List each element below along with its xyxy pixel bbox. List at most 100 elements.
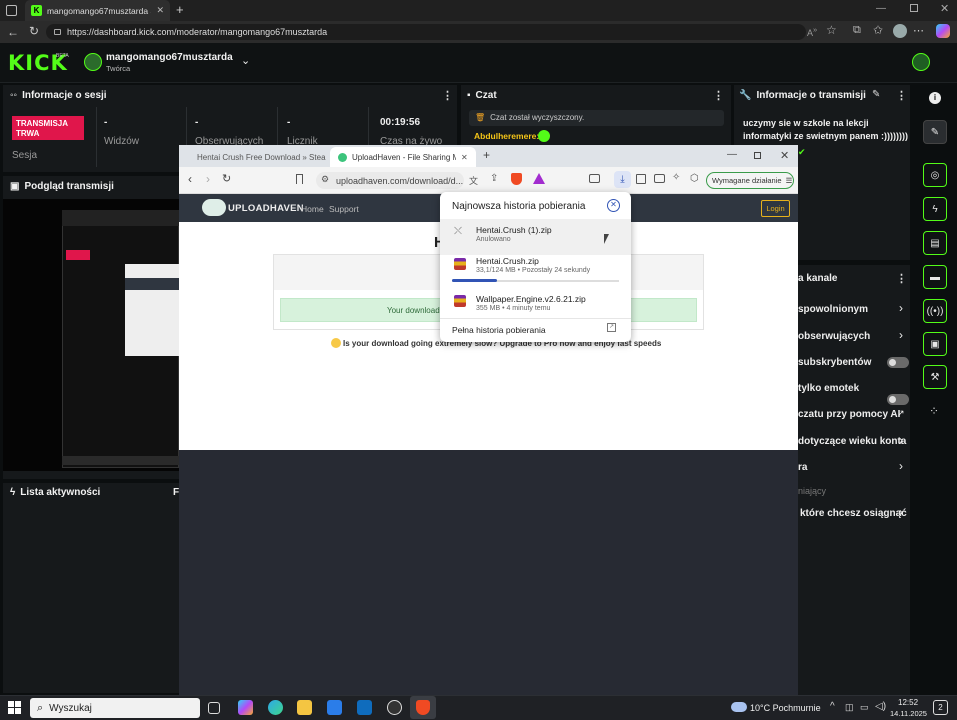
stream-info-menu-icon[interactable]: ⋮ — [896, 89, 907, 102]
share-icon[interactable]: ⇪ — [490, 173, 498, 184]
more-menu-icon[interactable]: ⋯ — [913, 24, 924, 37]
close-tab-icon[interactable]: ✕ — [461, 153, 468, 162]
display-icon[interactable]: ▭ — [860, 702, 869, 713]
edge-taskbar-icon[interactable] — [268, 700, 283, 715]
setting-misc[interactable]: ra — [798, 462, 807, 473]
side-button-camera[interactable]: ◎ — [923, 163, 947, 187]
inner-minimize-button[interactable]: — — [727, 149, 737, 160]
weather-text[interactable]: 10°C Pochmurnie — [750, 703, 821, 713]
inner-reload-icon[interactable]: ↻ — [222, 172, 231, 185]
info-icon[interactable]: i — [929, 92, 941, 104]
session-menu-icon[interactable]: ⋮ — [442, 89, 453, 102]
open-external-icon[interactable]: ↗ — [607, 323, 616, 332]
zip-file-icon — [454, 295, 466, 307]
site-settings-icon[interactable]: ⚙ — [321, 174, 329, 185]
inner-forward-icon[interactable]: › — [206, 172, 210, 186]
inner-back-icon[interactable]: ‹ — [188, 172, 192, 186]
inner-close-button[interactable]: ✕ — [780, 149, 789, 162]
volume-icon[interactable]: ◁) — [875, 701, 886, 712]
inner-tab-hentai[interactable]: Hentai Crush Free Download » Stea — [184, 147, 329, 167]
clock-time[interactable]: 12:52 — [898, 698, 918, 707]
task-view-icon[interactable] — [208, 702, 220, 714]
setting-account-age[interactable]: dotyczące wieku konta — [798, 436, 906, 447]
side-button-stack[interactable]: ▣ — [923, 332, 947, 356]
edit-pencil-icon[interactable]: ✎ — [872, 89, 880, 100]
action-required-button[interactable]: Wymagane działanie ☰ — [706, 172, 794, 189]
copilot-taskbar-icon[interactable] — [238, 700, 253, 715]
minimize-button[interactable]: — — [876, 3, 886, 14]
new-tab-button[interactable]: + — [176, 2, 184, 17]
uploadhaven-logo[interactable]: UPLOADHAVEN — [228, 203, 304, 214]
file-explorer-icon[interactable] — [297, 700, 312, 715]
emotes-only-toggle[interactable] — [887, 394, 909, 405]
chevron-right-icon[interactable]: › — [899, 505, 903, 519]
obs-icon[interactable] — [387, 700, 402, 715]
tray-chevron-icon[interactable]: ^ — [830, 701, 835, 712]
login-button[interactable]: Login — [761, 200, 790, 217]
chevron-right-icon[interactable]: › — [899, 328, 903, 342]
profile-avatar[interactable] — [893, 24, 907, 38]
close-tab-icon[interactable]: ✕ — [156, 5, 164, 16]
read-aloud-icon[interactable]: A» — [807, 25, 817, 38]
outlook-icon[interactable] — [357, 700, 372, 715]
favorites-icon[interactable]: ✩ — [873, 23, 883, 37]
chat-username[interactable]: Abdulheremere: — [474, 131, 539, 141]
brave-rewards-icon[interactable] — [533, 173, 545, 184]
windows-start-icon[interactable] — [8, 701, 21, 714]
notification-bell-icon[interactable]: 2 — [933, 700, 948, 715]
side-button-chat[interactable]: ▬ — [923, 265, 947, 289]
subscribers-only-toggle[interactable] — [887, 357, 909, 368]
widgets-icon[interactable]: ⁘ — [929, 404, 939, 418]
channel-avatar[interactable] — [84, 53, 102, 71]
user-avatar[interactable] — [912, 53, 930, 71]
nav-home-link[interactable]: Home — [301, 204, 324, 214]
back-arrow-icon[interactable]: ← — [7, 25, 19, 39]
bookmark-icon[interactable] — [296, 174, 303, 184]
nav-support-link[interactable]: Support — [329, 204, 359, 214]
brave-taskbar-icon[interactable] — [410, 696, 436, 719]
wallet-icon[interactable] — [654, 174, 665, 183]
refresh-icon[interactable]: ↻ — [29, 24, 39, 38]
inner-address-bar[interactable]: uploadhaven.com/download/d... — [316, 172, 464, 189]
chevron-right-icon[interactable]: › — [899, 433, 903, 447]
chevron-right-icon[interactable]: › — [899, 301, 903, 315]
inner-maximize-button[interactable] — [754, 152, 761, 159]
side-button-broadcast[interactable]: ((•)) — [923, 299, 947, 323]
brave-shield-icon[interactable] — [511, 173, 522, 185]
download-icon[interactable]: ⤓ — [614, 171, 631, 188]
setting-followers-only[interactable]: obserwujących — [798, 331, 870, 342]
close-window-button[interactable]: ✕ — [940, 2, 949, 15]
favorite-star-icon[interactable]: ☆ — [826, 23, 837, 37]
clock-date[interactable]: 14.11.2025 — [890, 709, 927, 718]
window-menu-icon[interactable] — [6, 5, 17, 16]
store-icon[interactable] — [327, 700, 342, 715]
vpn-icon[interactable]: ⬡ — [690, 173, 699, 184]
edge-tab-active[interactable]: K mangomango67musztarda Strea ✕ — [25, 0, 170, 21]
external-link-icon[interactable]: ↗ — [897, 408, 905, 419]
edge-address-bar[interactable]: https://dashboard.kick.com/moderator/man… — [46, 24, 806, 40]
leo-ai-icon[interactable]: ✧ — [672, 172, 680, 183]
close-downloads-icon[interactable]: ✕ — [607, 199, 620, 212]
full-history-link[interactable]: Pełna historia pobierania — [452, 325, 546, 335]
copilot-icon[interactable] — [936, 24, 950, 38]
tab-search-icon[interactable] — [589, 174, 600, 183]
restore-button[interactable] — [910, 4, 918, 12]
side-button-doc[interactable]: ▤ — [923, 231, 947, 255]
side-button-tools[interactable]: ⚒ — [923, 365, 947, 389]
chevron-right-icon[interactable]: › — [899, 459, 903, 473]
channel-settings-menu-icon[interactable]: ⋮ — [896, 272, 907, 285]
inner-tab-uploadhaven[interactable]: UploadHaven - File Sharing Mad ✕ — [330, 147, 476, 167]
sidebar-icon[interactable] — [636, 174, 646, 184]
translate-icon[interactable]: 文 — [469, 174, 478, 187]
network-icon[interactable]: ◫ — [845, 702, 854, 713]
setting-goals[interactable]: które chcesz osiągnąć — [800, 508, 907, 519]
taskbar-search-box[interactable]: ⌕ Wyszukaj — [30, 698, 200, 718]
setting-slow-mode[interactable]: spowolnionym — [798, 304, 868, 315]
channel-switcher-chevron-icon[interactable]: ⌄ — [241, 54, 250, 67]
setting-ai-moderation[interactable]: czatu przy pomocy AI — [798, 409, 900, 420]
edit-mode-button[interactable]: ✎ — [923, 120, 947, 144]
extensions-icon[interactable]: ⧉ — [853, 24, 861, 37]
side-button-bolt[interactable]: ϟ — [923, 197, 947, 221]
inner-new-tab-button[interactable]: + — [483, 148, 490, 162]
chat-menu-icon[interactable]: ⋮ — [713, 89, 724, 102]
